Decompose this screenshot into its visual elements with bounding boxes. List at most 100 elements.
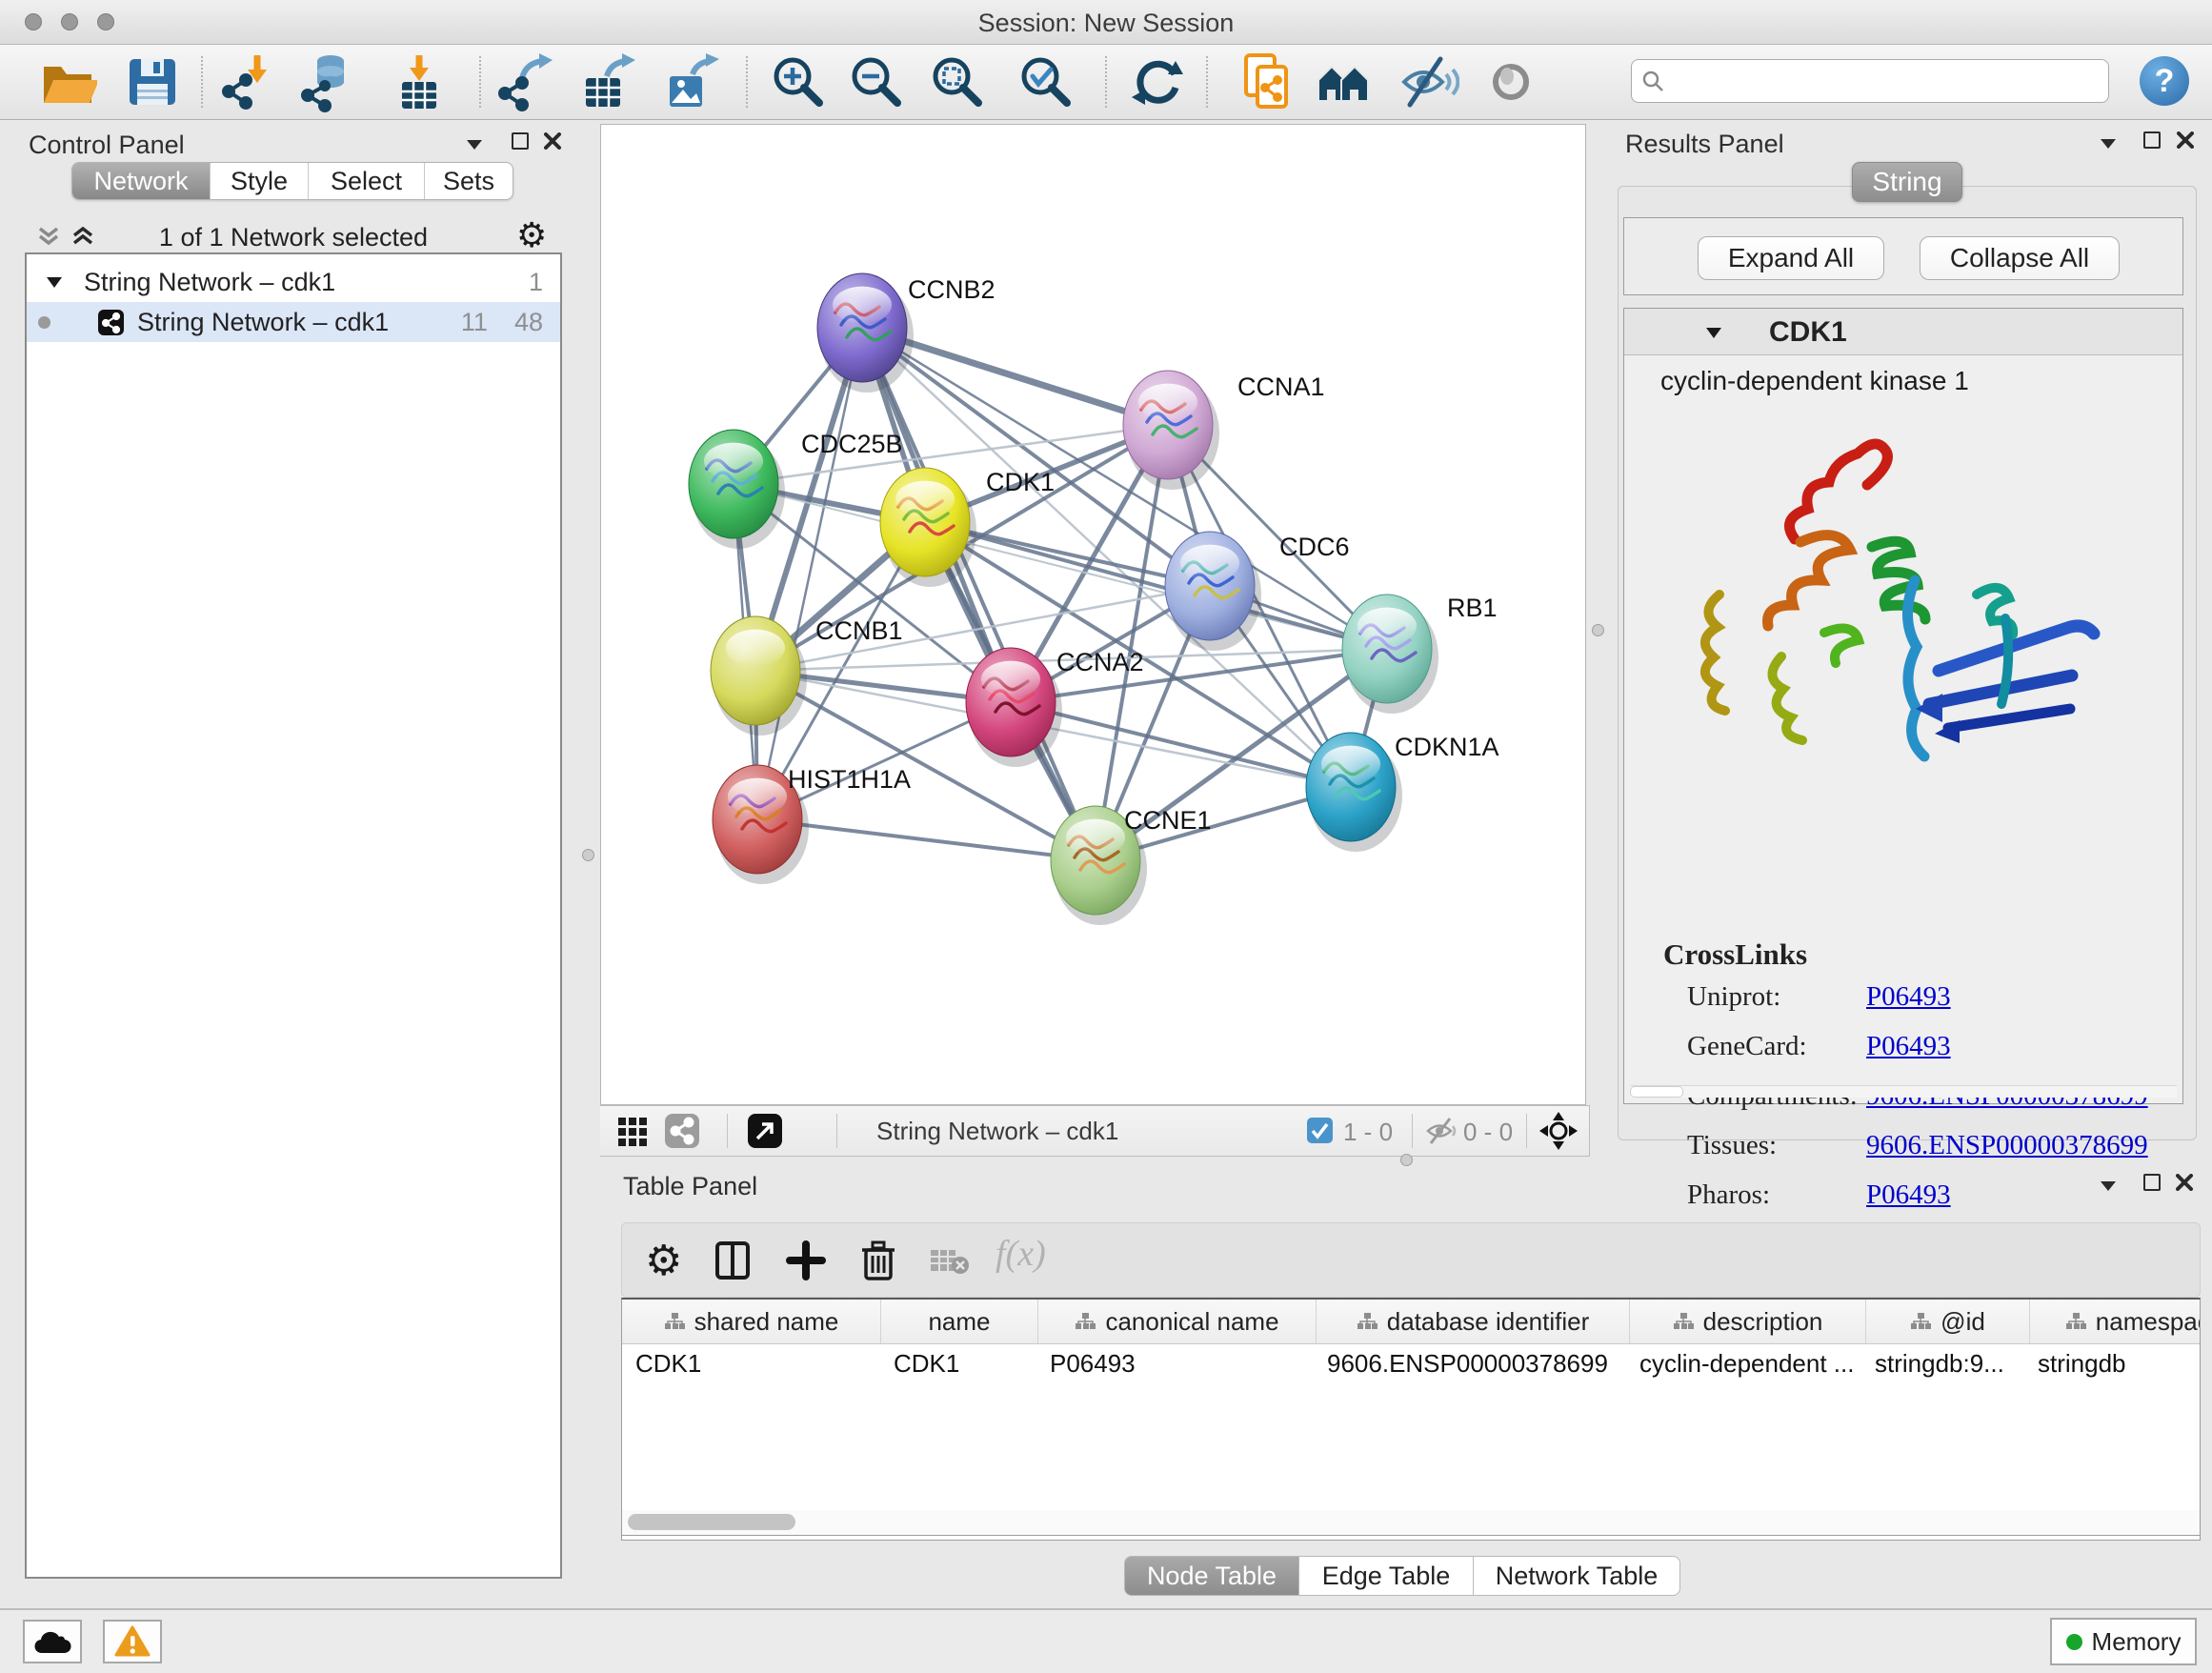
import-network-from-database-button[interactable] bbox=[298, 51, 359, 112]
refresh-icon bbox=[1128, 51, 1189, 112]
left-splitter-grip[interactable] bbox=[582, 849, 594, 861]
zoom-fit-button[interactable] bbox=[927, 51, 988, 112]
node-gloss bbox=[1321, 746, 1380, 783]
help-button[interactable]: ? bbox=[2140, 56, 2189, 106]
column-header-id[interactable]: @id bbox=[1866, 1300, 2030, 1343]
export-table-button[interactable] bbox=[574, 51, 635, 112]
zoom-out-button[interactable] bbox=[846, 51, 907, 112]
panel-float-icon[interactable] bbox=[512, 132, 529, 150]
section-collapse-icon[interactable] bbox=[1704, 325, 1723, 339]
network-node-label-CDK1: CDK1 bbox=[986, 468, 1055, 496]
column-header-namespace[interactable]: namespace bbox=[2030, 1300, 2201, 1343]
column-header-canonical-name[interactable]: canonical name bbox=[1038, 1300, 1317, 1343]
panel-float-icon[interactable] bbox=[2143, 1174, 2161, 1191]
hidden-eye-slash-icon[interactable] bbox=[1425, 1116, 1458, 1146]
crosslink-tissues-link[interactable]: 9606.ENSP00000378699 bbox=[1866, 1130, 2148, 1161]
column-header-shared-name[interactable]: shared name bbox=[622, 1300, 881, 1343]
column-header-description[interactable]: description bbox=[1630, 1300, 1866, 1343]
search-input[interactable] bbox=[1674, 64, 2097, 98]
selected-counter: 1 - 0 bbox=[1343, 1118, 1393, 1147]
search-field[interactable] bbox=[1631, 59, 2109, 103]
network-edge-count: 48 bbox=[514, 308, 543, 337]
birdseye-grid-icon[interactable] bbox=[617, 1117, 648, 1147]
right-splitter-grip[interactable] bbox=[1592, 624, 1604, 636]
warnings-button[interactable] bbox=[103, 1620, 162, 1663]
network-collection-label: String Network – cdk1 bbox=[84, 268, 335, 297]
table-hscrollbar[interactable] bbox=[621, 1510, 2201, 1536]
zoom-selected-button[interactable] bbox=[1016, 51, 1076, 112]
cloud-button[interactable] bbox=[23, 1620, 82, 1663]
network-node-count: 11 bbox=[461, 308, 488, 337]
gene-section: CDK1 cyclin-dependent kinase 1 CrossLin bbox=[1623, 308, 2183, 1104]
memory-button[interactable]: Memory bbox=[2050, 1618, 2197, 1665]
collapse-all-button[interactable]: Collapse All bbox=[1920, 236, 2120, 280]
node-gloss bbox=[833, 287, 892, 324]
copy-network-button[interactable] bbox=[1237, 51, 1297, 112]
tab-sets[interactable]: Sets bbox=[425, 163, 513, 199]
save-session-button[interactable] bbox=[122, 51, 183, 112]
delete-table-icon-disabled bbox=[929, 1246, 971, 1277]
open-in-window-icon[interactable] bbox=[748, 1114, 782, 1148]
cell-shared-name: CDK1 bbox=[622, 1349, 880, 1379]
column-header-database-identifier[interactable]: database identifier bbox=[1317, 1300, 1630, 1343]
panel-menu-icon[interactable] bbox=[465, 137, 484, 151]
show-all-networks-button[interactable] bbox=[1315, 51, 1376, 112]
panel-menu-icon[interactable] bbox=[2099, 1179, 2118, 1192]
table-row[interactable]: CDK1 CDK1 P06493 9606.ENSP00000378699 cy… bbox=[622, 1344, 2200, 1382]
tab-network[interactable]: Network bbox=[72, 163, 211, 199]
node-gloss bbox=[895, 481, 955, 518]
column-header-name[interactable]: name bbox=[881, 1300, 1038, 1343]
fit-content-crosshair-icon[interactable] bbox=[1539, 1112, 1578, 1150]
show-columns-icon[interactable] bbox=[714, 1240, 754, 1280]
network-share-icon[interactable] bbox=[665, 1114, 699, 1148]
tab-node-table[interactable]: Node Table bbox=[1124, 1556, 1299, 1596]
tab-style[interactable]: Style bbox=[211, 163, 309, 199]
network-row-selected[interactable]: String Network – cdk1 11 48 bbox=[27, 302, 560, 342]
crosslink-label: Uniprot: bbox=[1687, 981, 1780, 1012]
panel-menu-icon[interactable] bbox=[2099, 136, 2118, 150]
network-node-label-CDKN1A: CDKN1A bbox=[1395, 733, 1499, 761]
cell-id: stringdb:9... bbox=[1861, 1349, 2024, 1379]
crosslink-uniprot-link[interactable]: P06493 bbox=[1866, 981, 1951, 1013]
network-collection-row[interactable]: String Network – cdk1 1 bbox=[27, 262, 560, 302]
network-canvas[interactable]: CCNB2CCNA1CDC25BCDK1CDC6RB1CCNB1CCNA2CDK… bbox=[600, 124, 1586, 1105]
apply-layout-button[interactable] bbox=[1128, 51, 1189, 112]
gene-section-header[interactable]: CDK1 bbox=[1624, 309, 2182, 355]
gear-icon[interactable]: ⚙ bbox=[516, 215, 547, 255]
tree-expander-icon[interactable] bbox=[46, 275, 63, 289]
node-gloss bbox=[1357, 608, 1417, 645]
hide-selected-button[interactable] bbox=[1398, 51, 1459, 112]
expand-all-button[interactable]: Expand All bbox=[1698, 236, 1884, 280]
zoom-in-button[interactable] bbox=[768, 51, 829, 112]
show-hidden-button[interactable] bbox=[1480, 51, 1541, 112]
export-network-button[interactable] bbox=[493, 51, 554, 112]
node-gloss bbox=[1066, 819, 1125, 857]
panel-close-icon[interactable] bbox=[2177, 131, 2194, 149]
table-settings-gear-icon[interactable]: ⚙ bbox=[645, 1237, 682, 1285]
panel-float-icon[interactable] bbox=[2143, 131, 2161, 149]
collapse-all-chevron-icon[interactable] bbox=[36, 225, 61, 248]
crosslink-genecard-link[interactable]: P06493 bbox=[1866, 1031, 1951, 1062]
column-tree-icon bbox=[1357, 1312, 1377, 1331]
add-column-icon[interactable] bbox=[786, 1240, 826, 1280]
import-network-button[interactable] bbox=[217, 51, 278, 112]
expand-all-chevron-icon[interactable] bbox=[70, 225, 95, 248]
open-session-button[interactable] bbox=[36, 51, 97, 112]
selected-checkbox[interactable] bbox=[1307, 1118, 1333, 1143]
delete-column-trash-icon[interactable] bbox=[858, 1239, 898, 1280]
tab-edge-table[interactable]: Edge Table bbox=[1299, 1556, 1474, 1596]
results-tab-string[interactable]: String bbox=[1852, 162, 1962, 202]
tab-select[interactable]: Select bbox=[309, 163, 425, 199]
node-gloss bbox=[726, 630, 785, 667]
table-hscrollbar-thumb[interactable] bbox=[628, 1514, 795, 1530]
import-table-button[interactable] bbox=[389, 51, 450, 112]
toolbar-separator bbox=[746, 56, 748, 108]
results-hscrollbar[interactable] bbox=[1630, 1085, 2177, 1098]
open-folder-icon bbox=[36, 51, 97, 112]
zoom-out-icon bbox=[846, 51, 907, 112]
export-image-button[interactable] bbox=[658, 51, 719, 112]
node-gloss bbox=[704, 443, 763, 480]
tab-network-table[interactable]: Network Table bbox=[1474, 1556, 1680, 1596]
panel-close-icon[interactable] bbox=[2176, 1174, 2193, 1191]
panel-close-icon[interactable] bbox=[544, 132, 561, 150]
